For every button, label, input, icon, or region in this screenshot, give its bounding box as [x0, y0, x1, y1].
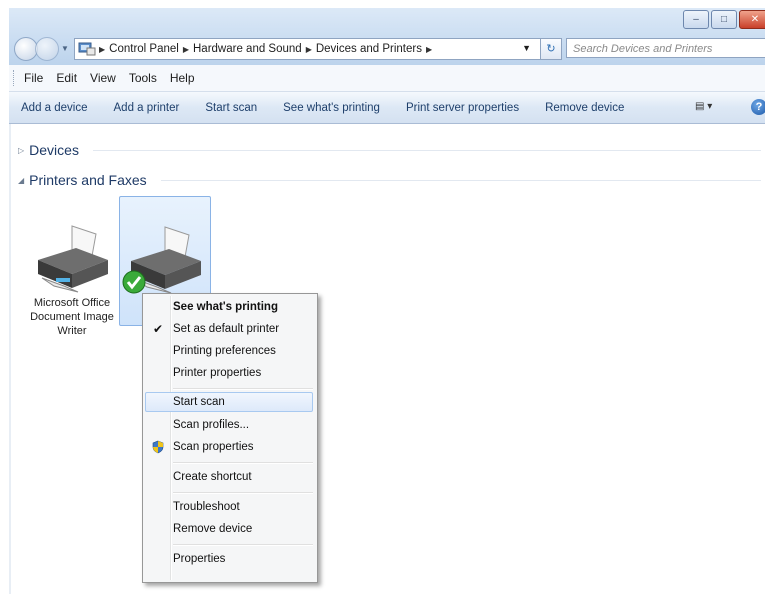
see-whats-printing-button[interactable]: See what's printing: [283, 102, 380, 114]
recent-pages-dropdown[interactable]: ▼: [61, 44, 69, 53]
menu-set-as-default-printer[interactable]: ✔ Set as default printer: [145, 319, 313, 339]
explorer-window: – □ ✕ ▼ ▶ Control Panel ▶ Hardware and S…: [9, 8, 765, 594]
menu-file[interactable]: File: [24, 71, 43, 85]
printer-icon: [38, 225, 108, 293]
menu-separator: [173, 462, 313, 464]
remove-device-button[interactable]: Remove device: [545, 102, 624, 114]
shield-icon: [152, 440, 164, 454]
group-divider: [160, 179, 761, 181]
maximize-button[interactable]: □: [711, 10, 737, 29]
breadcrumb-separator[interactable]: ▶: [183, 45, 189, 54]
printers-group-header[interactable]: ◢ Printers and Faxes: [9, 172, 765, 188]
menu-printing-preferences[interactable]: Printing preferences: [145, 341, 313, 361]
menu-label: Set as default printer: [173, 323, 280, 335]
menu-scan-profiles[interactable]: Scan profiles...: [145, 415, 313, 435]
help-icon[interactable]: ?: [751, 99, 765, 115]
menu-printer-properties[interactable]: Printer properties: [145, 363, 313, 383]
address-history-dropdown[interactable]: ▼: [522, 43, 531, 53]
control-panel-icon: [78, 42, 96, 56]
group-title-devices: Devices: [29, 142, 79, 158]
menu-properties[interactable]: Properties: [145, 549, 313, 569]
menu-edit[interactable]: Edit: [56, 71, 77, 85]
printer-item-document-image-writer[interactable]: Microsoft Office Document Image Writer: [27, 220, 117, 338]
printer-context-menu: See what's printing ✔ Set as default pri…: [142, 293, 318, 583]
group-divider: [92, 149, 761, 151]
command-bar: Add a device Add a printer Start scan Se…: [9, 92, 765, 124]
menu-remove-device[interactable]: Remove device: [145, 519, 313, 539]
group-title-printers-and-faxes: Printers and Faxes: [29, 172, 147, 188]
checkmark-icon: ✔: [152, 322, 164, 336]
default-printer-check-icon: [122, 270, 146, 294]
breadcrumb-separator: ▶: [99, 44, 106, 54]
menu-label: Start scan: [173, 396, 225, 408]
menu-view[interactable]: View: [90, 71, 116, 85]
add-device-button[interactable]: Add a device: [21, 102, 88, 114]
menu-label: Printing preferences: [173, 345, 276, 357]
window-controls: – □ ✕: [681, 10, 765, 29]
printer-label: Microsoft Office Document Image Writer: [30, 297, 114, 337]
breadcrumb-control-panel[interactable]: Control Panel: [109, 43, 179, 55]
menu-label: See what's printing: [173, 301, 278, 313]
menu-label: Remove device: [173, 523, 253, 535]
menu-separator: [173, 544, 313, 546]
print-server-properties-button[interactable]: Print server properties: [406, 102, 519, 114]
menu-label: Create shortcut: [173, 471, 252, 483]
menu-bar: File Edit View Tools Help: [9, 65, 765, 92]
breadcrumb-hardware-and-sound[interactable]: Hardware and Sound: [193, 43, 302, 55]
search-input[interactable]: Search Devices and Printers ⌕: [566, 38, 765, 58]
add-printer-button[interactable]: Add a printer: [114, 102, 180, 114]
breadcrumb-devices-and-printers[interactable]: Devices and Printers: [316, 43, 422, 55]
menu-label: Scan properties: [173, 441, 254, 453]
menu-label: Troubleshoot: [173, 501, 240, 513]
devices-group-header[interactable]: ▷ Devices: [9, 142, 765, 158]
start-scan-button[interactable]: Start scan: [205, 102, 257, 114]
menu-label: Scan profiles...: [173, 419, 250, 431]
menu-label: Printer properties: [173, 367, 262, 379]
change-view-button[interactable]: ▤ ▾: [695, 101, 712, 112]
menu-tools[interactable]: Tools: [129, 71, 157, 85]
menu-scan-properties[interactable]: Scan properties: [145, 437, 313, 457]
menu-troubleshoot[interactable]: Troubleshoot: [145, 497, 313, 517]
menu-separator: [173, 388, 313, 390]
collapse-arrow-icon[interactable]: ◢: [18, 176, 24, 185]
minimize-button[interactable]: –: [683, 10, 709, 29]
menu-start-scan[interactable]: Start scan: [145, 392, 313, 412]
menu-see-whats-printing[interactable]: See what's printing: [145, 297, 313, 317]
menu-separator: [173, 492, 313, 494]
close-button[interactable]: ✕: [739, 10, 765, 29]
breadcrumb-separator[interactable]: ▶: [426, 45, 432, 54]
menu-create-shortcut[interactable]: Create shortcut: [145, 467, 313, 487]
breadcrumb-separator[interactable]: ▶: [306, 45, 312, 54]
menu-help[interactable]: Help: [170, 71, 195, 85]
address-bar-area: – □ ✕ ▼ ▶ Control Panel ▶ Hardware and S…: [9, 8, 765, 65]
menu-grip: [13, 70, 18, 86]
forward-button[interactable]: [35, 37, 59, 61]
address-field[interactable]: ▶ Control Panel ▶ Hardware and Sound ▶ D…: [74, 38, 556, 60]
menu-label: Properties: [173, 553, 226, 565]
devices-content-area: ▷ Devices ◢ Printers and Faxes Microsoft…: [9, 124, 765, 594]
refresh-button[interactable]: ↻: [540, 38, 562, 60]
expand-arrow-icon[interactable]: ▷: [18, 146, 24, 155]
search-placeholder: Search Devices and Printers: [573, 43, 713, 55]
